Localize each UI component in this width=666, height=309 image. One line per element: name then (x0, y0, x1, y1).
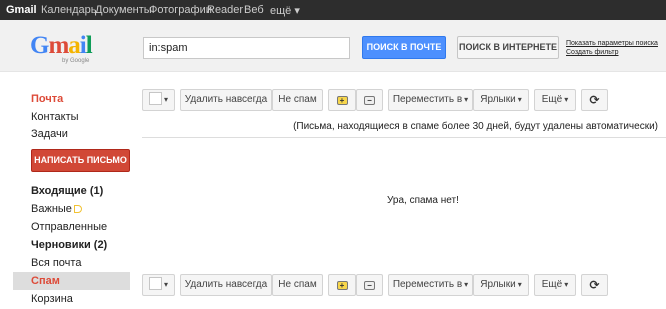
sidebar-item-label: Вся почта (31, 257, 82, 269)
sidebar-item-label: Важные (31, 203, 72, 215)
search-input[interactable] (143, 37, 350, 59)
search-web-button[interactable]: ПОИСК В ИНТЕРНЕТЕ (457, 36, 559, 59)
spam-auto-delete-note: (Письма, находящиеся в спаме более 30 дн… (293, 121, 658, 132)
refresh-button[interactable]: ⟳ (581, 274, 608, 296)
sidebar-item-trash[interactable]: Корзина (13, 290, 130, 308)
labels-label: Ярлыки (480, 94, 516, 105)
chevron-down-icon: ▾ (163, 280, 168, 289)
mark-not-important-button[interactable]: − (356, 274, 383, 296)
header-links: Показать параметры поиска Создать фильтр (566, 39, 658, 57)
delete-forever-button[interactable]: Удалить навсегда (180, 274, 272, 296)
select-checkbox-dropdown[interactable]: ▾ (142, 89, 175, 111)
sidebar-item-spam[interactable]: Спам (13, 272, 130, 290)
delete-forever-button[interactable]: Удалить навсегда (180, 89, 272, 111)
select-checkbox-dropdown[interactable]: ▾ (142, 274, 175, 296)
not-spam-button[interactable]: Не спам (272, 89, 323, 111)
divider (142, 137, 666, 138)
mark-important-button[interactable]: + (328, 89, 356, 111)
add-label-icon: + (336, 96, 348, 105)
sidebar-contacts-link[interactable]: Контакты (31, 111, 79, 123)
sidebar-item-drafts[interactable]: Черновики (2) (13, 236, 130, 254)
compose-button[interactable]: НАПИСАТЬ ПИСЬМО (31, 149, 130, 172)
gmail-logo[interactable]: Gmail by Google (30, 32, 100, 66)
chevron-down-icon: ▾ (464, 280, 469, 289)
sidebar-item-all-mail[interactable]: Вся почта (13, 254, 130, 272)
topnav-calendar[interactable]: Календарь (41, 4, 97, 16)
sidebar-item-label: Черновики (2) (31, 239, 108, 251)
sidebar-item-sent[interactable]: Отправленные (13, 218, 130, 236)
more-label: Ещё (541, 279, 563, 290)
topnav-web[interactable]: Веб (244, 4, 264, 16)
refresh-icon: ⟳ (589, 93, 600, 107)
remove-label-icon: − (364, 281, 375, 290)
labels-label: Ярлыки (480, 279, 516, 290)
show-search-options-link[interactable]: Показать параметры поиска (566, 39, 658, 48)
chevron-down-icon: ▾ (464, 95, 469, 104)
chevron-down-icon: ▾ (564, 95, 569, 104)
sidebar-item-label: Спам (31, 275, 60, 287)
toolbar-top: ▾ Удалить навсегда Не спам + − Перемести… (142, 89, 666, 111)
move-to-button[interactable]: Переместить в ▾ (388, 89, 473, 111)
header: Gmail by Google ПОИСК В ПОЧТЕ ПОИСК В ИН… (0, 20, 666, 72)
more-label: Ещё (541, 94, 563, 105)
sidebar-item-important[interactable]: Важные (13, 200, 130, 218)
move-to-button[interactable]: Переместить в ▾ (388, 274, 473, 296)
refresh-button[interactable]: ⟳ (581, 89, 608, 111)
more-button[interactable]: Ещё ▾ (534, 274, 576, 296)
create-filter-link[interactable]: Создать фильтр (566, 48, 658, 57)
toolbar-bottom: ▾ Удалить навсегда Не спам + − Перемести… (142, 274, 666, 296)
checkbox-icon (148, 277, 162, 290)
topnav-gmail[interactable]: Gmail (6, 4, 37, 16)
topnav-more[interactable]: ещё ▾ (270, 4, 300, 17)
move-to-label: Переместить в (392, 94, 463, 105)
mark-important-button[interactable]: + (328, 274, 356, 296)
sidebar-item-label: Входящие (1) (31, 185, 104, 197)
top-nav-bar: Gmail Календарь Документы Фотографии Rea… (0, 0, 666, 20)
labels-button[interactable]: Ярлыки ▾ (473, 274, 529, 296)
topnav-reader[interactable]: Reader (207, 4, 243, 16)
sidebar-item-inbox[interactable]: Входящие (1) (13, 182, 130, 200)
sidebar-item-label: Корзина (31, 293, 73, 305)
labels-button[interactable]: Ярлыки ▾ (473, 89, 529, 111)
add-label-icon: + (336, 281, 348, 290)
sidebar-item-label: Отправленные (31, 221, 108, 233)
important-marker-icon (73, 205, 82, 213)
logo-wordmark: Gmail (30, 32, 93, 59)
chevron-down-icon: ▾ (163, 95, 168, 104)
topnav-photos[interactable]: Фотографии (149, 4, 212, 16)
refresh-icon: ⟳ (589, 278, 600, 292)
sidebar: Почта Контакты Задачи НАПИСАТЬ ПИСЬМО Вх… (0, 72, 140, 309)
logo-by-google: by Google (62, 58, 90, 64)
sidebar-tasks-link[interactable]: Задачи (31, 128, 68, 140)
chevron-down-icon: ▾ (564, 280, 569, 289)
sidebar-mail-link[interactable]: Почта (31, 93, 63, 105)
checkbox-icon (148, 92, 162, 105)
remove-label-icon: − (364, 96, 375, 105)
mark-not-important-button[interactable]: − (356, 89, 383, 111)
topnav-documents[interactable]: Документы (95, 4, 152, 16)
chevron-down-icon: ▾ (517, 280, 522, 289)
not-spam-button[interactable]: Не спам (272, 274, 323, 296)
chevron-down-icon: ▾ (517, 95, 522, 104)
search-mail-button[interactable]: ПОИСК В ПОЧТЕ (362, 36, 446, 59)
more-button[interactable]: Ещё ▾ (534, 89, 576, 111)
empty-spam-message: Ура, спама нет! (387, 195, 459, 206)
move-to-label: Переместить в (392, 279, 463, 290)
